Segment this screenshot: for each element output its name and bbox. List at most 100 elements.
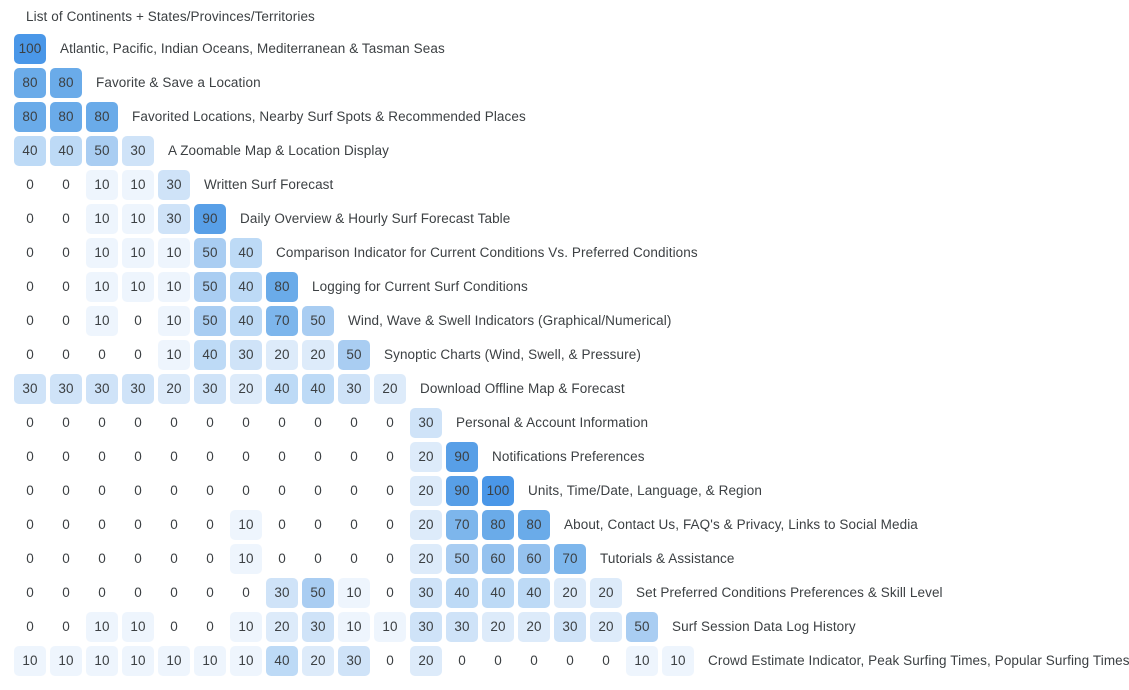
matrix-cell[interactable]: 10 [158,306,190,336]
matrix-cell[interactable]: 0 [50,510,82,540]
matrix-cell[interactable]: 0 [14,272,46,302]
matrix-cell[interactable]: 0 [194,408,226,438]
matrix-cell[interactable]: 20 [410,646,442,676]
matrix-cell[interactable]: 80 [50,102,82,132]
matrix-cell[interactable]: 0 [158,544,190,574]
matrix-cell[interactable]: 10 [158,272,190,302]
matrix-cell[interactable]: 80 [518,510,550,540]
matrix-cell[interactable]: 10 [86,306,118,336]
matrix-cell[interactable]: 0 [482,646,514,676]
matrix-cell[interactable]: 0 [302,476,334,506]
matrix-cell[interactable]: 0 [230,476,262,506]
matrix-cell[interactable]: 10 [122,272,154,302]
matrix-cell[interactable]: 20 [374,374,406,404]
matrix-cell[interactable]: 10 [14,646,46,676]
matrix-cell[interactable]: 0 [302,510,334,540]
matrix-cell[interactable]: 0 [122,578,154,608]
matrix-cell[interactable]: 90 [446,476,478,506]
matrix-cell[interactable]: 40 [230,238,262,268]
matrix-cell[interactable]: 30 [410,578,442,608]
matrix-cell[interactable]: 20 [482,612,514,642]
matrix-cell[interactable]: 10 [86,646,118,676]
matrix-cell[interactable]: 0 [50,442,82,472]
matrix-cell[interactable]: 0 [14,340,46,370]
matrix-cell[interactable]: 10 [662,646,694,676]
matrix-cell[interactable]: 10 [122,646,154,676]
matrix-cell[interactable]: 30 [194,374,226,404]
matrix-cell[interactable]: 10 [158,340,190,370]
matrix-cell[interactable]: 0 [122,306,154,336]
matrix-cell[interactable]: 20 [302,646,334,676]
matrix-cell[interactable]: 30 [410,408,442,438]
matrix-cell[interactable]: 0 [14,306,46,336]
matrix-cell[interactable]: 80 [266,272,298,302]
matrix-cell[interactable]: 70 [266,306,298,336]
matrix-cell[interactable]: 70 [446,510,478,540]
matrix-cell[interactable]: 10 [86,272,118,302]
matrix-cell[interactable]: 20 [554,578,586,608]
matrix-cell[interactable]: 50 [446,544,478,574]
matrix-cell[interactable]: 10 [50,646,82,676]
matrix-cell[interactable]: 0 [50,476,82,506]
matrix-cell[interactable]: 10 [230,510,262,540]
matrix-cell[interactable]: 30 [158,204,190,234]
matrix-cell[interactable]: 0 [374,510,406,540]
matrix-cell[interactable]: 0 [86,442,118,472]
matrix-cell[interactable]: 0 [266,510,298,540]
matrix-cell[interactable]: 30 [338,374,370,404]
matrix-cell[interactable]: 0 [338,408,370,438]
matrix-cell[interactable]: 0 [14,442,46,472]
matrix-cell[interactable]: 0 [374,476,406,506]
matrix-cell[interactable]: 20 [518,612,550,642]
matrix-cell[interactable]: 0 [122,510,154,540]
matrix-cell[interactable]: 0 [158,476,190,506]
matrix-cell[interactable]: 0 [446,646,478,676]
matrix-cell[interactable]: 30 [266,578,298,608]
matrix-cell[interactable]: 50 [194,306,226,336]
matrix-cell[interactable]: 0 [14,612,46,642]
matrix-cell[interactable]: 0 [158,510,190,540]
matrix-cell[interactable]: 0 [554,646,586,676]
matrix-cell[interactable]: 30 [302,612,334,642]
matrix-cell[interactable]: 40 [194,340,226,370]
matrix-cell[interactable]: 0 [14,510,46,540]
matrix-cell[interactable]: 0 [194,578,226,608]
matrix-cell[interactable]: 0 [14,408,46,438]
matrix-cell[interactable]: 0 [86,578,118,608]
matrix-cell[interactable]: 0 [50,170,82,200]
matrix-cell[interactable]: 0 [266,408,298,438]
matrix-cell[interactable]: 0 [50,612,82,642]
matrix-cell[interactable]: 0 [122,408,154,438]
matrix-cell[interactable]: 100 [14,34,46,64]
matrix-cell[interactable]: 20 [410,510,442,540]
matrix-cell[interactable]: 0 [194,612,226,642]
matrix-cell[interactable]: 0 [374,408,406,438]
matrix-cell[interactable]: 0 [266,442,298,472]
matrix-cell[interactable]: 0 [302,544,334,574]
matrix-cell[interactable]: 10 [194,646,226,676]
matrix-cell[interactable]: 40 [302,374,334,404]
matrix-cell[interactable]: 0 [374,578,406,608]
matrix-cell[interactable]: 0 [194,544,226,574]
matrix-cell[interactable]: 0 [374,646,406,676]
matrix-cell[interactable]: 10 [374,612,406,642]
matrix-cell[interactable]: 50 [338,340,370,370]
matrix-cell[interactable]: 0 [374,442,406,472]
matrix-cell[interactable]: 0 [302,408,334,438]
matrix-cell[interactable]: 20 [410,476,442,506]
matrix-cell[interactable]: 20 [410,442,442,472]
matrix-cell[interactable]: 0 [518,646,550,676]
matrix-cell[interactable]: 0 [338,442,370,472]
matrix-cell[interactable]: 0 [158,442,190,472]
matrix-cell[interactable]: 30 [122,136,154,166]
matrix-cell[interactable]: 0 [86,544,118,574]
matrix-cell[interactable]: 30 [230,340,262,370]
matrix-cell[interactable]: 20 [410,544,442,574]
matrix-cell[interactable]: 0 [50,544,82,574]
matrix-cell[interactable]: 10 [158,646,190,676]
matrix-cell[interactable]: 0 [50,408,82,438]
matrix-cell[interactable]: 0 [14,544,46,574]
matrix-cell[interactable]: 30 [14,374,46,404]
matrix-cell[interactable]: 0 [50,272,82,302]
matrix-cell[interactable]: 50 [194,272,226,302]
